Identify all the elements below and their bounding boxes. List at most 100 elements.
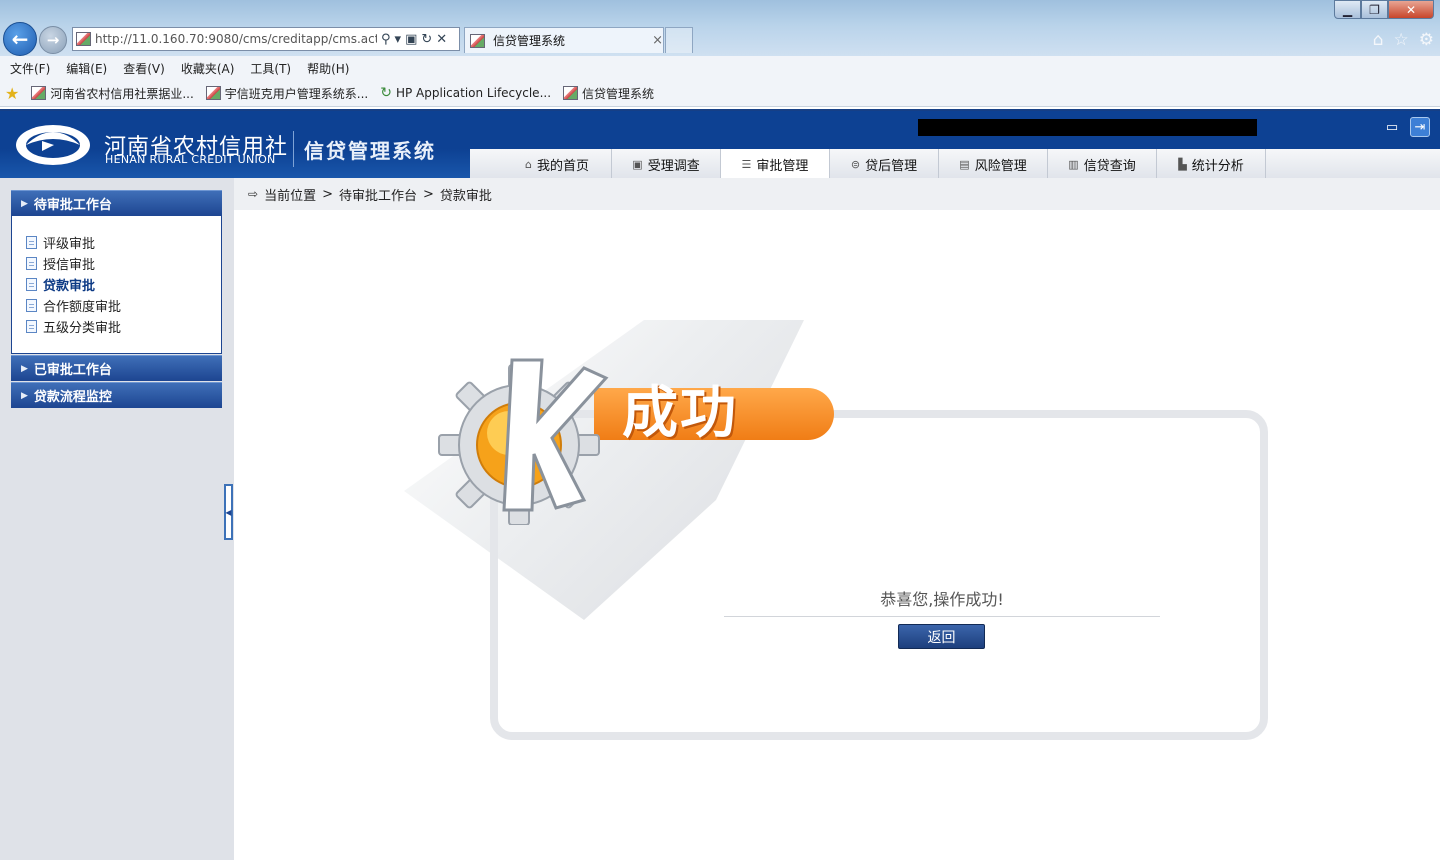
sidebar-group-label: 已审批工作台 <box>33 363 112 378</box>
caret-right-icon: ▶ <box>21 363 28 374</box>
search-icon[interactable]: ⚲ <box>381 32 391 47</box>
tab-title: 信贷管理系统 <box>492 34 565 48</box>
tab-page-icon <box>470 33 485 48</box>
sidebar-collapse-handle[interactable]: ◀ <box>224 484 233 540</box>
arrow-left-icon: ← <box>11 27 29 51</box>
minimize-button[interactable]: ▁ <box>1334 0 1361 19</box>
favorite-label: 宇信班克用户管理系统系... <box>224 86 369 101</box>
nav-query[interactable]: ▥ 信贷查询 <box>1048 149 1157 180</box>
sidebar-item-rating-approval[interactable]: 评级审批 <box>12 232 221 253</box>
sidebar-item-loan-approval[interactable]: 贷款审批 <box>12 274 221 295</box>
menu-view[interactable]: 查看(V) <box>123 60 165 77</box>
nav-label: 审批管理 <box>756 159 809 174</box>
window-controls: ▁ ❐ ✕ <box>1334 0 1434 19</box>
monitor-icon[interactable]: ▭ <box>1382 117 1402 137</box>
risk-icon: ▤ <box>959 158 970 171</box>
menu-file[interactable]: 文件(F) <box>10 60 50 77</box>
sidebar-group-body: 评级审批 授信审批 贷款审批 合作额度审批 五级分类审批 <box>11 216 222 354</box>
nav-home[interactable]: ⌂ 我的首页 <box>503 149 612 180</box>
page-icon <box>76 32 91 46</box>
browser-tab[interactable]: 信贷管理系统 × <box>464 27 664 53</box>
document-icon <box>26 320 37 333</box>
favorites-star-icon[interactable]: ☆ <box>1394 30 1409 50</box>
close-window-button[interactable]: ✕ <box>1388 0 1434 19</box>
gear-k-logo-icon <box>438 358 609 525</box>
sidebar-item-label: 评级审批 <box>43 237 96 252</box>
favorite-item[interactable]: 宇信班克用户管理系统系... <box>205 85 369 102</box>
document-icon <box>26 278 37 291</box>
page-icon <box>205 86 221 100</box>
breadcrumb-level1[interactable]: 待审批工作台 <box>339 185 417 204</box>
success-message: 恭喜您,操作成功! <box>724 586 1160 617</box>
refresh-icon[interactable]: ↻ <box>421 32 432 47</box>
gear-icon[interactable]: ⚙ <box>1419 30 1434 50</box>
favorites-bar: ★ 河南省农村信用社票据业... 宇信班克用户管理系统系... ↻ HP App… <box>0 80 1440 107</box>
menu-favorites[interactable]: 收藏夹(A) <box>181 60 235 77</box>
maximize-button[interactable]: ❐ <box>1361 0 1388 19</box>
sidebar-group-pending[interactable]: ▶ 待审批工作台 <box>11 190 222 216</box>
favorite-item[interactable]: ↻ HP Application Lifecycle... <box>380 85 551 101</box>
nav-label: 统计分析 <box>1191 159 1244 174</box>
address-text[interactable]: http://11.0.160.70:9080/cms/creditapp/cm… <box>95 32 377 46</box>
nav-survey[interactable]: ▣ 受理调查 <box>612 149 721 180</box>
survey-icon: ▣ <box>632 158 643 171</box>
home-icon[interactable]: ⌂ <box>1373 30 1384 50</box>
sidebar-group-loan-monitor[interactable]: ▶ 贷款流程监控 <box>11 382 222 408</box>
browser-titlebar: ← → http://11.0.160.70:9080/cms/creditap… <box>0 0 1440 56</box>
system-name: 信贷管理系统 <box>304 139 436 163</box>
nav-statistics[interactable]: ▙ 统计分析 <box>1157 149 1266 180</box>
nav-label: 信贷查询 <box>1083 159 1136 174</box>
address-bar[interactable]: http://11.0.160.70:9080/cms/creditapp/cm… <box>72 27 460 51</box>
new-tab-button[interactable] <box>665 27 693 53</box>
forward-button[interactable]: → <box>39 26 67 54</box>
coin-icon: ⊜ <box>850 158 861 171</box>
main-nav: ⌂ 我的首页 ▣ 受理调查 ☰ 审批管理 ⊜ 贷后管理 ▤ 风险管理 ▥ 信贷查询 ▙ 统计分… <box>503 149 1266 180</box>
favorites-star-icon[interactable]: ★ <box>5 84 19 103</box>
location-icon: ⇨ <box>248 187 259 201</box>
breadcrumb-prefix: 当前位置 <box>264 188 317 204</box>
back-to-list-button[interactable]: 返回 <box>898 624 985 649</box>
favorite-label: HP Application Lifecycle... <box>395 86 552 100</box>
menu-edit[interactable]: 编辑(E) <box>66 60 107 77</box>
document-icon <box>26 257 37 270</box>
sidebar-group-label: 待审批工作台 <box>33 198 112 213</box>
nav-post-loan[interactable]: ⊜ 贷后管理 <box>830 149 939 180</box>
tab-close-icon[interactable]: × <box>652 33 663 48</box>
sidebar-item-label: 五级分类审批 <box>43 321 122 336</box>
favorite-item[interactable]: 河南省农村信用社票据业... <box>31 85 194 102</box>
breadcrumb-level2: 贷款审批 <box>439 188 492 204</box>
compat-view-icon[interactable]: ▣ <box>405 32 417 47</box>
sidebar-item-credit-approval[interactable]: 授信审批 <box>12 253 221 274</box>
arrow-right-icon: → <box>46 31 60 49</box>
nav-label: 我的首页 <box>536 159 589 174</box>
header-actions: ▭ ⇥ <box>1382 117 1430 137</box>
dropdown-icon[interactable]: ▾ <box>395 32 402 47</box>
caret-left-icon: ◀ <box>225 507 232 517</box>
document-icon <box>26 236 37 249</box>
favorite-label: 信贷管理系统 <box>582 86 655 101</box>
sidebar-group-approved[interactable]: ▶ 已审批工作台 <box>11 355 222 381</box>
sidebar-item-coop-quota-approval[interactable]: 合作额度审批 <box>12 295 221 316</box>
menu-tools[interactable]: 工具(T) <box>250 60 291 77</box>
stop-icon[interactable]: ✕ <box>436 32 447 47</box>
caret-right-icon: ▶ <box>21 390 28 401</box>
page-icon <box>563 86 579 100</box>
favorite-item[interactable]: 信贷管理系统 <box>563 85 654 102</box>
breadcrumb-separator: > <box>423 186 434 202</box>
document-icon <box>26 299 37 312</box>
sidebar-item-label: 合作额度审批 <box>43 300 122 315</box>
rcu-logo-icon <box>16 125 90 165</box>
nav-risk[interactable]: ▤ 风险管理 <box>939 149 1048 180</box>
nav-label: 风险管理 <box>974 159 1027 174</box>
nav-approval[interactable]: ☰ 审批管理 <box>721 149 830 180</box>
sidebar: ▶ 待审批工作台 评级审批 授信审批 贷款审批 合作额度审批 五级分类审批 ▶ … <box>0 178 234 860</box>
success-graphic: 成功 <box>434 340 844 525</box>
success-banner-text: 成功 <box>622 381 738 446</box>
logout-icon[interactable]: ⇥ <box>1410 117 1430 137</box>
back-button[interactable]: ← <box>3 22 37 56</box>
breadcrumb-separator: > <box>322 186 333 202</box>
page-icon <box>31 86 47 100</box>
sidebar-item-five-class-approval[interactable]: 五级分类审批 <box>12 316 221 337</box>
sidebar-item-label: 授信审批 <box>43 258 96 273</box>
menu-help[interactable]: 帮助(H) <box>307 60 349 77</box>
